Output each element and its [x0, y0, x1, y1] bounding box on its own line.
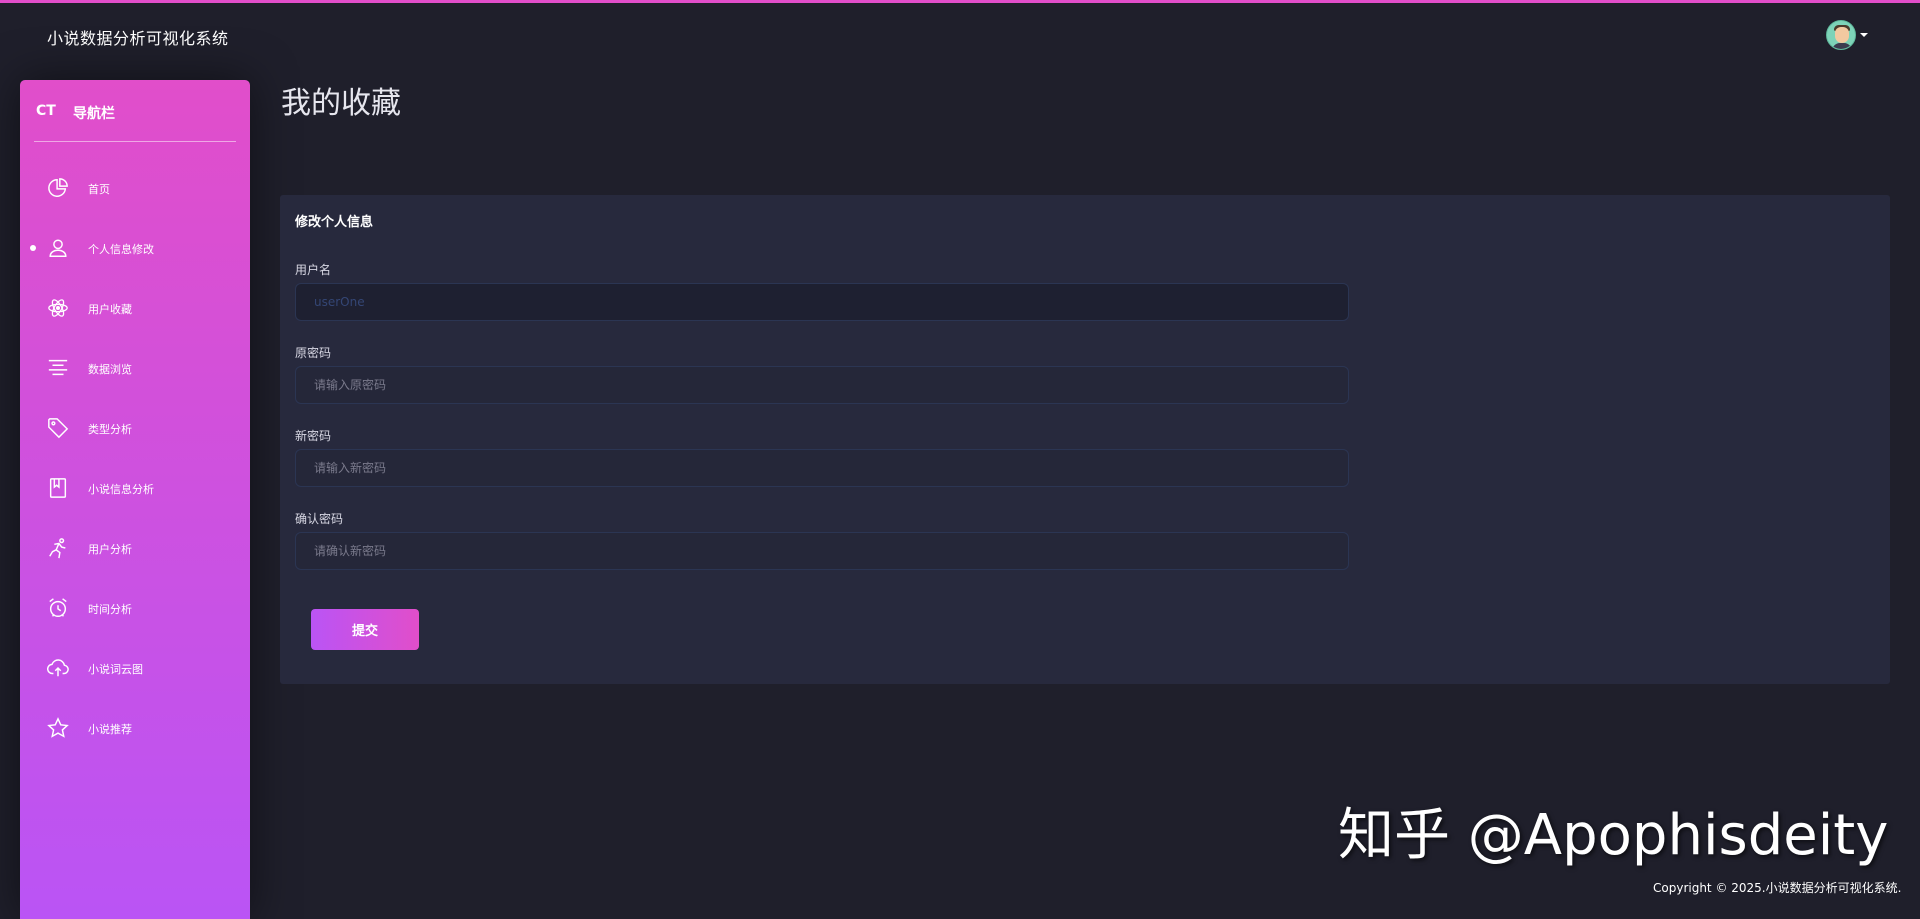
old-password-label: 原密码	[295, 346, 332, 360]
align-center-icon	[47, 357, 69, 379]
atom-icon	[47, 297, 69, 319]
sidebar-item-type-analysis[interactable]: 类型分析	[20, 398, 250, 458]
profile-form-card: 修改个人信息 用户名 原密码 新密码 确认密码 提交	[280, 195, 1890, 684]
sidebar-item-label: 小说词云图	[88, 663, 143, 676]
sidebar-item-label: 用户分析	[88, 543, 132, 556]
sidebar-item-user-analysis[interactable]: 用户分析	[20, 518, 250, 578]
cloud-upload-icon	[47, 657, 69, 679]
chart-pie-icon	[47, 177, 69, 199]
submit-button[interactable]: 提交	[311, 609, 419, 650]
caret-down-icon[interactable]	[1860, 33, 1868, 37]
sidebar-item-recommend[interactable]: 小说推荐	[20, 698, 250, 758]
running-icon	[47, 537, 69, 559]
sidebar-item-data-browse[interactable]: 数据浏览	[20, 338, 250, 398]
tag-icon	[47, 417, 69, 439]
alarm-clock-icon	[47, 597, 69, 619]
sidebar-logo-mini[interactable]: CT	[36, 103, 56, 119]
user-icon	[47, 237, 69, 259]
sidebar-nav: 首页 个人信息修改 用户收藏 数据浏览 类型分析 小说信息分析 用户分析 时间分…	[20, 158, 250, 758]
old-password-field[interactable]	[295, 366, 1349, 404]
sidebar: CT 导航栏 首页 个人信息修改 用户收藏 数据浏览 类型分析 小说信息分析 用…	[20, 80, 250, 919]
sidebar-item-home[interactable]: 首页	[20, 158, 250, 218]
sidebar-item-label: 小说信息分析	[88, 483, 154, 496]
sidebar-item-novel-analysis[interactable]: 小说信息分析	[20, 458, 250, 518]
active-indicator	[30, 245, 36, 251]
user-menu[interactable]	[1826, 20, 1868, 50]
watermark: 知乎 @Apophisdeity	[1338, 803, 1889, 868]
copyright-text: Copyright © 2025.小说数据分析可视化系统.	[1653, 881, 1902, 895]
confirm-password-field[interactable]	[295, 532, 1349, 570]
avatar[interactable]	[1826, 20, 1856, 50]
sidebar-item-word-cloud[interactable]: 小说词云图	[20, 638, 250, 698]
sidebar-header	[34, 80, 236, 142]
sidebar-item-label: 类型分析	[88, 423, 132, 436]
sidebar-item-label: 小说推荐	[88, 723, 132, 736]
card-title: 修改个人信息	[295, 215, 374, 230]
sidebar-item-profile[interactable]: 个人信息修改	[20, 218, 250, 278]
sidebar-title[interactable]: 导航栏	[73, 103, 115, 123]
new-password-field[interactable]	[295, 449, 1349, 487]
sidebar-item-label: 个人信息修改	[88, 243, 154, 256]
new-password-label: 新密码	[295, 429, 332, 443]
sidebar-item-label: 用户收藏	[88, 303, 132, 316]
brand-title[interactable]: 小说数据分析可视化系统	[47, 25, 229, 49]
confirm-password-label: 确认密码	[295, 512, 344, 526]
book-icon	[47, 477, 69, 499]
username-label: 用户名	[295, 263, 332, 277]
page-title: 我的收藏	[281, 86, 401, 121]
username-field[interactable]	[295, 283, 1349, 321]
sidebar-item-favorites[interactable]: 用户收藏	[20, 278, 250, 338]
sidebar-item-label: 数据浏览	[88, 363, 132, 376]
sidebar-item-label: 时间分析	[88, 603, 132, 616]
top-navbar: 小说数据分析可视化系统	[0, 3, 1920, 73]
sidebar-item-label: 首页	[88, 183, 110, 196]
sidebar-item-time-analysis[interactable]: 时间分析	[20, 578, 250, 638]
star-icon	[47, 717, 69, 739]
